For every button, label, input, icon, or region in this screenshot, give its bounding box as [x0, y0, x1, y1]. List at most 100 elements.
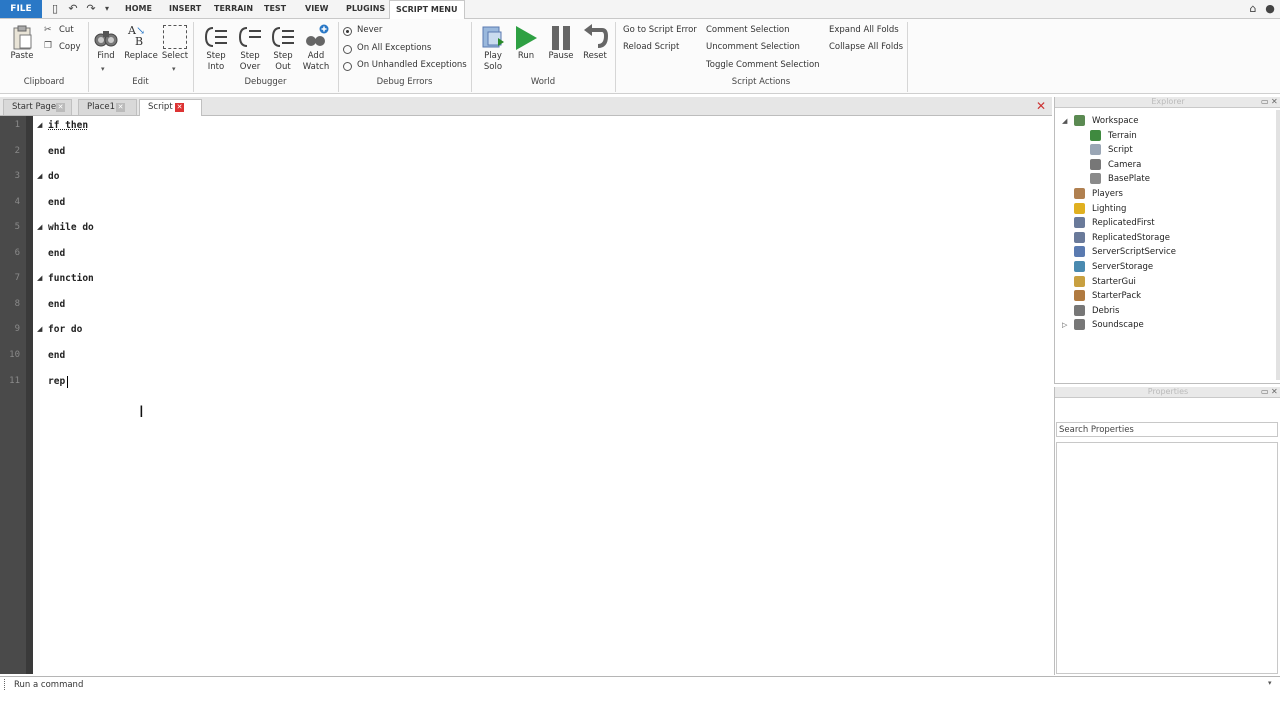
play-solo-icon — [480, 24, 506, 50]
explorer-item-label: ReplicatedFirst — [1092, 218, 1155, 229]
go-to-script-error-button[interactable]: Go to Script Error — [623, 25, 697, 35]
fold-toggle-icon[interactable]: ◢ — [37, 223, 42, 231]
code-line: end — [48, 146, 66, 157]
search-properties-input[interactable]: Search Properties — [1056, 422, 1278, 437]
line-number: 4 — [14, 197, 20, 207]
gutter-scrollbar[interactable] — [26, 116, 33, 674]
line-number: 9 — [14, 324, 20, 334]
explorer-item[interactable]: Camera — [1090, 158, 1254, 172]
select-button[interactable]: Select — [161, 51, 189, 62]
radio-on-all-exceptions[interactable] — [343, 45, 352, 54]
run-button[interactable]: Run — [512, 51, 540, 62]
find-button[interactable]: Find — [94, 51, 118, 62]
quick-access-dropdown-icon[interactable]: ▾ — [100, 2, 114, 16]
explorer-item-label: Players — [1092, 189, 1123, 199]
explorer-item[interactable]: Debris — [1074, 304, 1254, 318]
explorer-item[interactable]: ReplicatedStorage — [1074, 231, 1254, 245]
properties-close-icon[interactable]: ✕ — [1271, 387, 1278, 396]
explorer-pin-icon[interactable]: ▭ — [1261, 97, 1269, 106]
explorer-item[interactable]: Terrain — [1090, 129, 1254, 143]
collapse-ribbon-icon[interactable]: ⌂ — [1246, 2, 1260, 16]
explorer-scrollbar[interactable] — [1276, 110, 1280, 380]
collapse-arrow-icon[interactable]: ◢ — [1062, 114, 1067, 128]
tab-terrain[interactable]: TERRAIN — [214, 0, 253, 18]
pause-button[interactable]: Pause — [545, 51, 577, 62]
run-icon — [513, 25, 539, 51]
ibeam-cursor-icon: I — [139, 402, 144, 421]
fold-toggle-icon[interactable]: ◢ — [37, 274, 42, 282]
cut-button[interactable]: Cut — [59, 25, 74, 35]
tab-test[interactable]: TEST — [264, 0, 286, 18]
explorer-item[interactable]: ◢ Workspace — [1062, 114, 1254, 128]
tab-view[interactable]: VIEW — [305, 0, 328, 18]
close-start-page-icon[interactable]: ✕ — [56, 103, 65, 112]
reset-button[interactable]: Reset — [580, 51, 610, 62]
explorer-title: Explorer — [1055, 97, 1280, 108]
tab-plugins[interactable]: PLUGINS — [346, 0, 385, 18]
reload-script-button[interactable]: Reload Script — [623, 42, 679, 52]
properties-title: Properties — [1055, 387, 1280, 398]
explorer-item[interactable]: Players — [1074, 187, 1254, 201]
tab-script[interactable]: Script ✕ — [139, 99, 202, 116]
code-line: end — [48, 299, 66, 310]
close-place1-icon[interactable]: ✕ — [116, 103, 125, 112]
fold-toggle-icon[interactable]: ◢ — [37, 325, 42, 333]
add-watch-button[interactable]: Add Watch — [301, 51, 331, 73]
step-into-button[interactable]: Step Into — [201, 51, 231, 73]
line-number: 6 — [14, 248, 20, 258]
line-number: 5 — [14, 222, 20, 232]
explorer-item[interactable]: Lighting — [1074, 202, 1254, 216]
explorer-item-label: Lighting — [1092, 203, 1127, 214]
new-file-icon[interactable]: ▯ — [48, 2, 62, 16]
radio-on-unhandled-exceptions[interactable] — [343, 62, 352, 71]
code-line: while do — [48, 222, 94, 233]
close-editor-icon[interactable]: ✕ — [1035, 100, 1047, 112]
uncomment-selection-button[interactable]: Uncomment Selection — [706, 42, 800, 52]
properties-pin-icon[interactable]: ▭ — [1261, 387, 1269, 396]
close-script-icon[interactable]: ✕ — [175, 103, 184, 112]
explorer-item[interactable]: StarterGui — [1074, 275, 1254, 289]
replace-button[interactable]: Replace — [124, 51, 158, 62]
explorer-item[interactable]: StarterPack — [1074, 289, 1254, 303]
code-line: if then — [48, 120, 89, 131]
paste-button[interactable]: Paste — [8, 51, 36, 62]
expand-all-folds-button[interactable]: Expand All Folds — [829, 25, 899, 35]
tab-insert[interactable]: INSERT — [169, 0, 201, 18]
explorer-item[interactable]: ▷ Soundscape — [1062, 318, 1254, 332]
run-command-input[interactable]: Run a command — [14, 678, 83, 692]
tab-place1[interactable]: Place1 ✕ — [78, 99, 137, 115]
explorer-item[interactable]: ServerScriptService — [1074, 245, 1254, 259]
file-menu-tab[interactable]: FILE — [0, 0, 42, 18]
user-avatar-icon[interactable]: ● — [1263, 2, 1277, 16]
explorer-item[interactable]: ServerStorage — [1074, 260, 1254, 274]
undo-icon[interactable]: ↶ — [66, 2, 80, 16]
tab-script-menu[interactable]: SCRIPT MENU — [389, 0, 465, 20]
tab-start-page[interactable]: Start Page ✕ — [3, 99, 72, 115]
explorer-close-icon[interactable]: ✕ — [1271, 97, 1278, 106]
command-dropdown-icon[interactable]: ▾ — [1268, 679, 1272, 687]
select-dropdown-icon[interactable]: ▾ — [172, 65, 176, 73]
play-solo-button[interactable]: Play Solo — [478, 51, 508, 73]
properties-list — [1056, 442, 1278, 674]
copy-button[interactable]: Copy — [59, 42, 81, 52]
collapse-all-folds-button[interactable]: Collapse All Folds — [829, 42, 903, 52]
fold-toggle-icon[interactable]: ◢ — [37, 121, 42, 129]
find-dropdown-icon[interactable]: ▾ — [101, 65, 105, 73]
soundscape-icon — [1074, 319, 1085, 331]
explorer-item[interactable]: BasePlate — [1090, 172, 1254, 186]
fold-toggle-icon[interactable]: ◢ — [37, 172, 42, 180]
tab-home[interactable]: HOME — [125, 0, 152, 18]
comment-selection-button[interactable]: Comment Selection — [706, 25, 790, 35]
explorer-item[interactable]: ReplicatedFirst — [1074, 216, 1254, 230]
script-editor[interactable] — [33, 116, 1052, 674]
toggle-comment-selection-button[interactable]: Toggle Comment Selection — [706, 60, 820, 70]
explorer-item[interactable]: Script — [1090, 143, 1254, 157]
step-over-button[interactable]: Step Over — [235, 51, 265, 73]
radio-never[interactable] — [343, 27, 352, 36]
step-out-button[interactable]: Step Out — [268, 51, 298, 73]
expand-arrow-icon[interactable]: ▷ — [1062, 318, 1067, 332]
code-line: function — [48, 273, 94, 284]
replace-icon: A↘ B — [128, 24, 146, 48]
redo-icon[interactable]: ↷ — [84, 2, 98, 16]
code-line: end — [48, 350, 66, 361]
